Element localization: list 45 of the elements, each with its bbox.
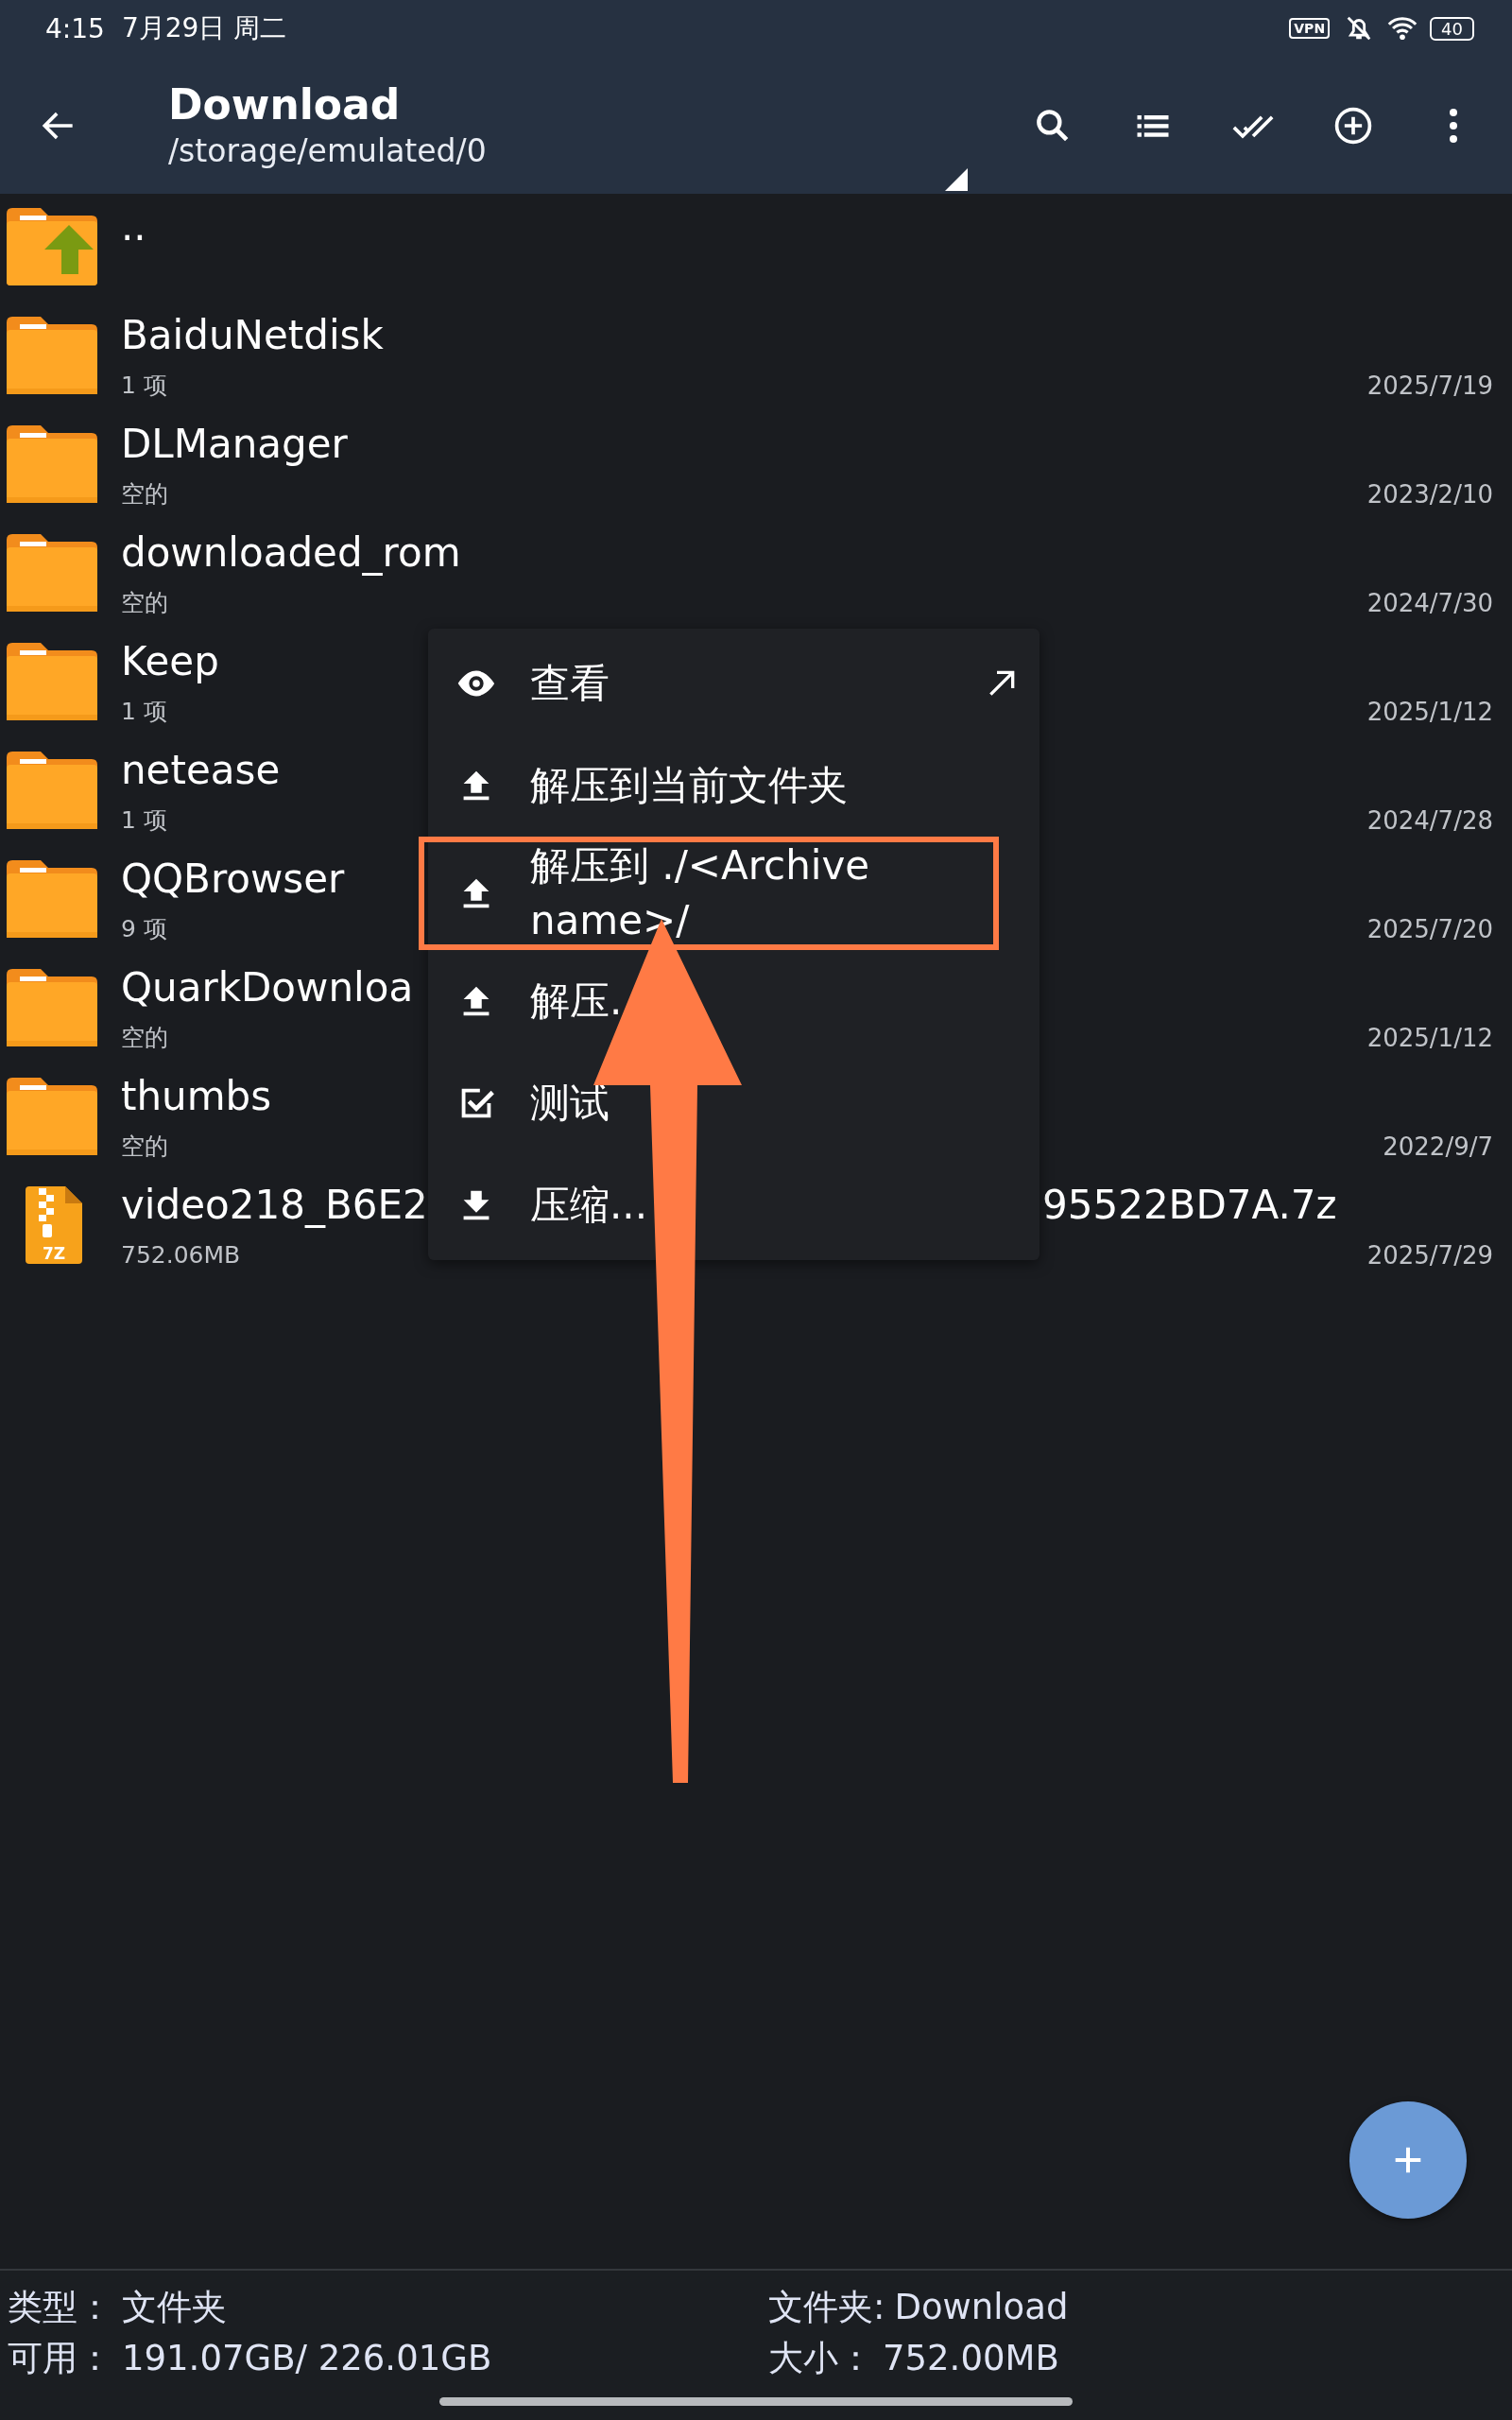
file-date: 2025/7/29 (1366, 1240, 1493, 1271)
file-name-end: 95522BD7A.7z (1042, 1184, 1337, 1227)
file-info: 空的 (121, 1132, 168, 1162)
file-name: QQBrowser (121, 857, 345, 901)
file-date: 2022/9/7 (1383, 1132, 1493, 1163)
status-date: 7月29日 周二 (121, 11, 287, 45)
file-date: 2023/2/10 (1366, 479, 1493, 510)
file-name: DLManager (121, 423, 348, 466)
menu-item[interactable]: 解压到 ./<Archive name>/ (428, 837, 1040, 950)
menu-item[interactable]: 查看 (428, 632, 1040, 735)
file-date: 2025/7/20 (1366, 914, 1493, 945)
battery-level: 40 (1430, 16, 1474, 41)
menu-item[interactable]: 测试 (428, 1052, 1040, 1154)
file-date: 2024/7/28 (1366, 805, 1493, 837)
file-info: 1 项 (121, 371, 167, 401)
file-name: downloaded_rom (121, 531, 461, 575)
file-name: QuarkDownloa (121, 966, 414, 1010)
file-name: Keep (121, 640, 219, 683)
menu-item[interactable]: 解压到当前文件夹 (428, 735, 1040, 837)
file-date: 2024/7/30 (1366, 588, 1493, 619)
file-info: 空的 (121, 1023, 168, 1053)
detail-text: 可用： 191.07GB/ 226.01GB (8, 2337, 493, 2380)
detail-text: 大小： 752.00MB (768, 2337, 1060, 2380)
file-date: 2025/1/12 (1366, 697, 1493, 728)
vpn-badge: VPN (1289, 18, 1331, 39)
folder-path: /storage/emulated/0 (168, 130, 488, 171)
file-date: 2025/7/19 (1366, 371, 1493, 402)
file-name: BaiduNetdisk (121, 314, 384, 357)
file-info: 9 项 (121, 914, 167, 944)
status-time: 4:15 (45, 12, 105, 44)
file-info: 空的 (121, 588, 168, 618)
file-name: thumbs (121, 1075, 272, 1118)
file-name: video218_B6E2 (121, 1184, 428, 1227)
file-info: 752.06MB (121, 1240, 241, 1270)
file-name: netease (121, 749, 281, 792)
file-info: 1 项 (121, 697, 167, 727)
menu-item[interactable]: 压缩... (428, 1154, 1040, 1256)
file-name: .. (121, 205, 146, 249)
archive-file-icon: 7Z (26, 1186, 82, 1264)
detail-text: 文件夹: Download (768, 2286, 1070, 2329)
folder-title: Download (168, 78, 402, 130)
detail-text: 类型： 文件夹 (8, 2286, 228, 2329)
file-date: 2025/1/12 (1366, 1023, 1493, 1054)
file-info: 1 项 (121, 805, 167, 836)
file-info: 空的 (121, 479, 168, 510)
